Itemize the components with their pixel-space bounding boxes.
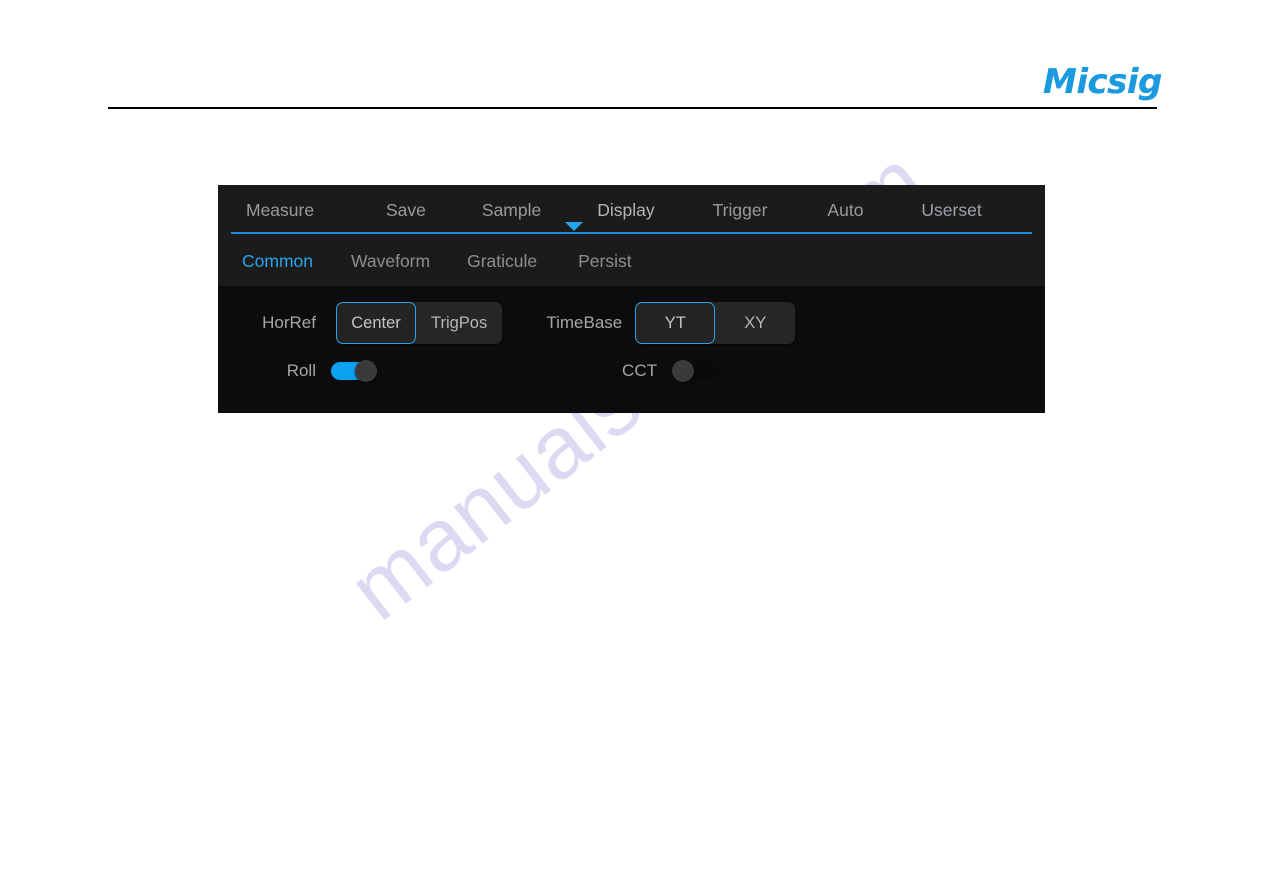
- horref-label: HorRef: [262, 313, 316, 332]
- menu-item-list: Measure Save Sample Display Trigger Auto…: [218, 185, 1045, 236]
- micsig-logo: Micsig: [1043, 62, 1162, 102]
- subtab-bar: Common Waveform Graticule Persist: [218, 236, 1045, 286]
- menu-item-userset[interactable]: Userset: [911, 200, 991, 221]
- horref-segmented-control: Center TrigPos: [336, 302, 503, 344]
- tab-persist[interactable]: Persist: [568, 251, 641, 272]
- timebase-option-xy[interactable]: XY: [715, 302, 796, 344]
- cct-toggle[interactable]: [672, 360, 718, 382]
- roll-toggle[interactable]: [331, 360, 377, 382]
- oscilloscope-menu-panel: Measure Save Sample Display Trigger Auto…: [218, 185, 1045, 413]
- timebase-segmented-control: YT XY: [635, 302, 796, 344]
- menu-item-measure[interactable]: Measure: [236, 200, 342, 221]
- cct-label: CCT: [622, 361, 657, 380]
- watermark-layer: manualshive.com: [0, 0, 1263, 893]
- timebase-label: TimeBase: [546, 313, 623, 332]
- header-divider: [108, 107, 1157, 109]
- tab-graticule[interactable]: Graticule: [457, 251, 547, 272]
- toggle-controls-row: Roll CCT: [248, 360, 718, 382]
- display-tab-pointer-icon: [565, 222, 583, 231]
- horref-option-center[interactable]: Center: [336, 302, 416, 344]
- tab-waveform[interactable]: Waveform: [341, 251, 440, 272]
- cct-toggle-knob: [672, 360, 694, 382]
- menu-item-display[interactable]: Display: [587, 200, 664, 221]
- menu-item-save[interactable]: Save: [376, 200, 436, 221]
- menu-underline: [231, 232, 1032, 234]
- menu-bar: Measure Save Sample Display Trigger Auto…: [218, 185, 1045, 236]
- menu-item-trigger[interactable]: Trigger: [703, 200, 778, 221]
- tab-common[interactable]: Common: [232, 251, 323, 272]
- segmented-controls-row: HorRef Center TrigPos TimeBase YT XY: [248, 302, 796, 344]
- timebase-option-yt[interactable]: YT: [635, 302, 716, 344]
- menu-item-auto[interactable]: Auto: [817, 200, 873, 221]
- roll-toggle-knob: [355, 360, 377, 382]
- panel-content: HorRef Center TrigPos TimeBase YT XY Rol…: [218, 286, 1045, 413]
- menu-item-sample[interactable]: Sample: [472, 200, 551, 221]
- roll-label: Roll: [286, 361, 316, 380]
- horref-option-trigpos[interactable]: TrigPos: [416, 302, 503, 344]
